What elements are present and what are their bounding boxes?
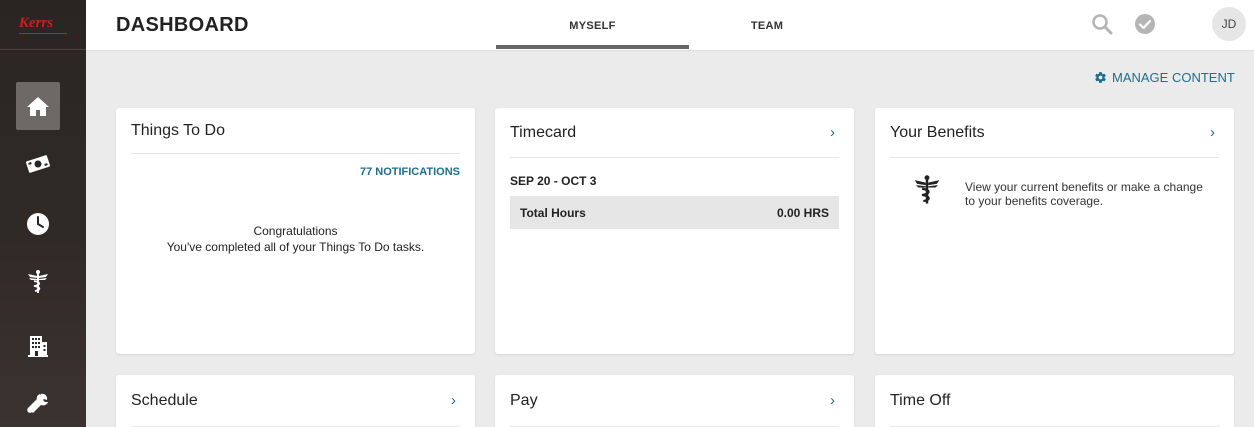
total-hours-value: 0.00 HRS <box>776 205 829 220</box>
notifications-link[interactable]: 77 NOTIFICATIONS <box>360 166 460 178</box>
card-title: Schedule <box>131 391 198 409</box>
search-button[interactable] <box>1088 10 1116 38</box>
card-header: Time Off <box>890 375 1219 427</box>
gear-icon <box>1095 72 1106 83</box>
logo: Kerrs <box>18 15 68 34</box>
total-hours-row: Total Hours 0.00 HRS <box>510 196 839 229</box>
wrench-icon <box>27 393 48 413</box>
benefits-description: View your current benefits or make a cha… <box>965 180 1203 208</box>
check-circle-icon <box>1135 14 1155 34</box>
card-header: Your Benefits › <box>890 108 1219 158</box>
home-icon <box>27 97 49 116</box>
sidebar: Kerrs <box>0 0 86 427</box>
congrats-body: You've completed all of your Things To D… <box>166 240 425 254</box>
date-range: SEP 20 - OCT 3 <box>510 174 597 188</box>
search-icon <box>1092 14 1113 35</box>
card-header: Timecard › <box>510 108 839 158</box>
chevron-right-icon[interactable]: › <box>826 392 839 409</box>
tasks-button[interactable] <box>1131 10 1159 38</box>
building-icon <box>28 336 48 357</box>
total-hours-label: Total Hours <box>520 205 586 220</box>
card-title: Things To Do <box>131 121 225 139</box>
logo-area[interactable]: Kerrs <box>0 0 86 50</box>
page-title: DASHBOARD <box>116 14 249 36</box>
sidebar-item-company[interactable] <box>16 322 60 370</box>
tab-myself[interactable]: MYSELF <box>496 0 689 51</box>
time-off-card: Time Off <box>875 375 1234 427</box>
chevron-right-icon[interactable]: › <box>447 392 460 409</box>
sidebar-item-benefits[interactable] <box>16 258 60 306</box>
card-header: Things To Do <box>131 108 460 154</box>
card-title: Pay <box>510 391 538 409</box>
clock-icon <box>27 213 49 235</box>
caduceus-icon <box>914 175 940 204</box>
app-root: Kerrs DASHBOARD MYSELF TEAM JD MANAGE CO… <box>0 0 1254 427</box>
sidebar-item-pay[interactable] <box>16 140 60 188</box>
manage-content-label: MANAGE CONTENT <box>1112 70 1235 85</box>
pay-card: Pay › <box>495 375 854 427</box>
chevron-right-icon[interactable]: › <box>1206 124 1219 141</box>
chevron-right-icon[interactable]: › <box>826 124 839 141</box>
card-title: Your Benefits <box>890 123 985 141</box>
timecard-card: Timecard › SEP 20 - OCT 3 Total Hours 0.… <box>495 108 854 354</box>
sidebar-item-time[interactable] <box>16 200 60 248</box>
card-title: Timecard <box>510 123 577 141</box>
card-header: Schedule › <box>131 375 460 427</box>
congrats-title: Congratulations <box>253 224 338 238</box>
sidebar-item-home[interactable] <box>16 82 60 130</box>
schedule-card: Schedule › <box>116 375 475 427</box>
caduceus-icon <box>28 270 48 293</box>
tab-team[interactable]: TEAM <box>692 0 842 51</box>
avatar[interactable]: JD <box>1212 7 1246 41</box>
money-icon <box>25 155 51 173</box>
sidebar-item-tools[interactable] <box>16 380 60 427</box>
card-header: Pay › <box>510 375 839 427</box>
top-bar: DASHBOARD MYSELF TEAM JD <box>86 0 1254 51</box>
things-to-do-card: Things To Do 77 NOTIFICATIONS Congratula… <box>116 108 475 354</box>
benefits-card: Your Benefits › View your current benefi… <box>875 108 1234 354</box>
card-title: Time Off <box>890 391 951 409</box>
manage-content-link[interactable]: MANAGE CONTENT <box>1094 70 1235 85</box>
